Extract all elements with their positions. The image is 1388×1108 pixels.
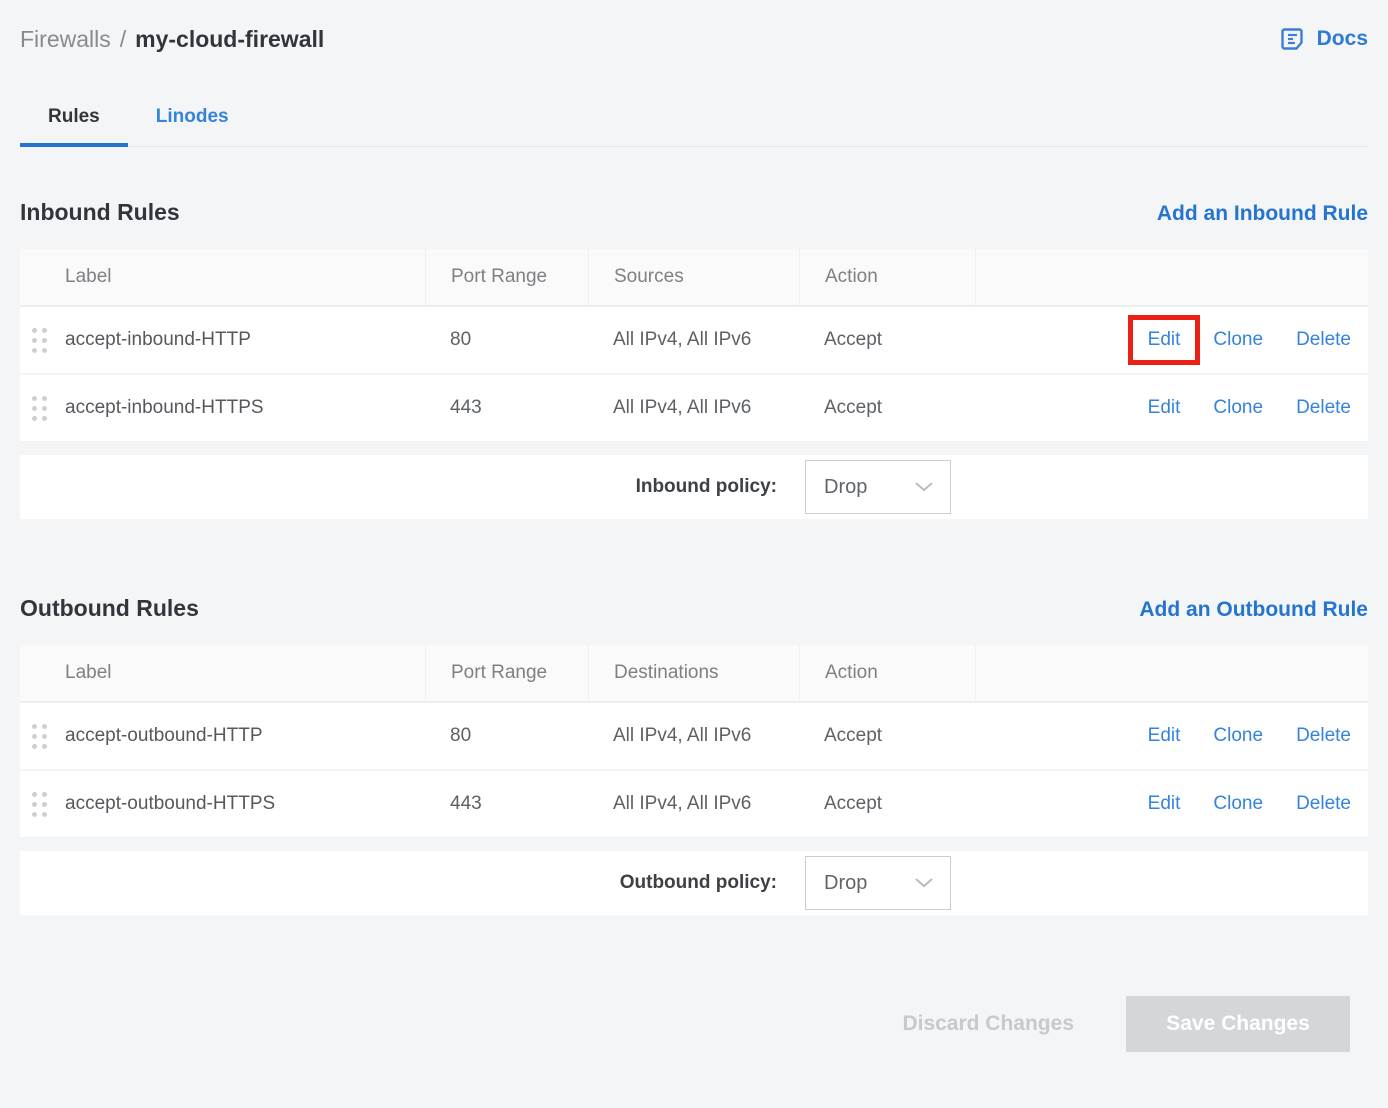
tab-bar: Rules Linodes	[20, 96, 1368, 147]
drag-handle-cell	[20, 328, 65, 353]
rule-action: Accept	[799, 793, 975, 815]
table-row-accept-outbound-https: accept-outbound-HTTPS 443 All IPv4, All …	[20, 771, 1368, 839]
docs-label: Docs	[1317, 27, 1368, 51]
edit-rule-link[interactable]: Edit	[1148, 329, 1181, 351]
breadcrumb: Firewalls / my-cloud-firewall	[20, 24, 324, 54]
column-header-label: Label	[20, 645, 425, 701]
table-row-accept-inbound-http: accept-inbound-HTTP 80 All IPv4, All IPv…	[20, 307, 1368, 375]
rule-port-range: 80	[425, 725, 588, 747]
drag-handle-icon[interactable]	[32, 724, 47, 749]
outbound-rules-table: Label Port Range Destinations Action acc…	[20, 645, 1368, 839]
drag-handle-icon[interactable]	[32, 328, 47, 353]
docs-link[interactable]: Docs	[1280, 26, 1368, 53]
tab-linodes[interactable]: Linodes	[128, 96, 257, 146]
breadcrumb-firewalls[interactable]: Firewalls	[20, 24, 111, 54]
add-outbound-rule-link[interactable]: Add an Outbound Rule	[1139, 598, 1368, 622]
rule-actions: Edit Clone Delete	[975, 793, 1368, 815]
drag-handle-cell	[20, 396, 65, 421]
rule-label: accept-inbound-HTTPS	[65, 397, 425, 419]
clone-rule-link[interactable]: Clone	[1213, 329, 1263, 351]
rule-label: accept-outbound-HTTPS	[65, 793, 425, 815]
outbound-policy-row: Outbound policy: Drop	[20, 851, 1368, 915]
inbound-table-header: Label Port Range Sources Action	[20, 249, 1368, 307]
drag-handle-cell	[20, 792, 65, 817]
firewall-detail-page: Firewalls / my-cloud-firewall Docs Rules…	[0, 24, 1388, 1052]
rule-actions: Edit Clone Delete	[975, 725, 1368, 747]
outbound-policy-value: Drop	[824, 872, 867, 895]
docs-icon	[1280, 26, 1307, 53]
inbound-rules-title: Inbound Rules	[20, 199, 180, 226]
column-header-sources: Sources	[588, 249, 799, 305]
rule-sources: All IPv4, All IPv6	[588, 397, 799, 419]
delete-rule-link[interactable]: Delete	[1296, 329, 1351, 351]
column-header-label: Label	[20, 249, 425, 305]
inbound-policy-select[interactable]: Drop	[805, 460, 951, 514]
rule-label: accept-inbound-HTTP	[65, 329, 425, 351]
delete-rule-link[interactable]: Delete	[1296, 793, 1351, 815]
inbound-rules-table: Label Port Range Sources Action accept-i…	[20, 249, 1368, 443]
discard-changes-button[interactable]: Discard Changes	[902, 1012, 1074, 1036]
rule-port-range: 443	[425, 397, 588, 419]
rule-action: Accept	[799, 397, 975, 419]
rule-port-range: 443	[425, 793, 588, 815]
column-header-port-range: Port Range	[425, 249, 588, 305]
chevron-down-icon	[915, 482, 933, 492]
table-row-accept-outbound-http: accept-outbound-HTTP 80 All IPv4, All IP…	[20, 703, 1368, 771]
column-header-port-range: Port Range	[425, 645, 588, 701]
outbound-policy-label: Outbound policy:	[620, 872, 777, 894]
rule-sources: All IPv4, All IPv6	[588, 329, 799, 351]
delete-rule-link[interactable]: Delete	[1296, 725, 1351, 747]
save-changes-button[interactable]: Save Changes	[1126, 996, 1350, 1052]
clone-rule-link[interactable]: Clone	[1213, 397, 1263, 419]
drag-handle-icon[interactable]	[32, 396, 47, 421]
column-header-destinations: Destinations	[588, 645, 799, 701]
footer-actions: Discard Changes Save Changes	[20, 996, 1368, 1052]
drag-handle-cell	[20, 724, 65, 749]
outbound-rules-title: Outbound Rules	[20, 595, 199, 622]
edit-rule-link[interactable]: Edit	[1148, 793, 1181, 815]
rule-actions: Edit Clone Delete	[975, 397, 1368, 419]
rule-destinations: All IPv4, All IPv6	[588, 725, 799, 747]
rule-actions: Edit Clone Delete	[975, 329, 1368, 351]
rule-action: Accept	[799, 725, 975, 747]
outbound-section-header: Outbound Rules Add an Outbound Rule	[20, 595, 1368, 622]
column-header-actions-spacer	[975, 645, 1368, 701]
annotation-highlight-box: Edit	[1128, 315, 1201, 365]
add-inbound-rule-link[interactable]: Add an Inbound Rule	[1157, 202, 1368, 226]
rule-label: accept-outbound-HTTP	[65, 725, 425, 747]
outbound-table-header: Label Port Range Destinations Action	[20, 645, 1368, 703]
delete-rule-link[interactable]: Delete	[1296, 397, 1351, 419]
drag-handle-icon[interactable]	[32, 792, 47, 817]
column-header-action: Action	[799, 249, 975, 305]
clone-rule-link[interactable]: Clone	[1213, 725, 1263, 747]
top-bar: Firewalls / my-cloud-firewall Docs	[20, 24, 1368, 54]
rule-action: Accept	[799, 329, 975, 351]
outbound-policy-select[interactable]: Drop	[805, 856, 951, 910]
breadcrumb-separator: /	[120, 24, 126, 54]
edit-rule-link[interactable]: Edit	[1148, 725, 1181, 747]
inbound-policy-label: Inbound policy:	[636, 476, 777, 498]
chevron-down-icon	[915, 878, 933, 888]
breadcrumb-current-firewall: my-cloud-firewall	[135, 24, 324, 54]
tab-rules[interactable]: Rules	[20, 96, 128, 146]
clone-rule-link[interactable]: Clone	[1213, 793, 1263, 815]
rule-destinations: All IPv4, All IPv6	[588, 793, 799, 815]
table-row-accept-inbound-https: accept-inbound-HTTPS 443 All IPv4, All I…	[20, 375, 1368, 443]
edit-rule-link[interactable]: Edit	[1148, 397, 1181, 419]
column-header-actions-spacer	[975, 249, 1368, 305]
column-header-action: Action	[799, 645, 975, 701]
inbound-policy-value: Drop	[824, 476, 867, 499]
rule-port-range: 80	[425, 329, 588, 351]
inbound-policy-row: Inbound policy: Drop	[20, 455, 1368, 519]
inbound-section-header: Inbound Rules Add an Inbound Rule	[20, 199, 1368, 226]
